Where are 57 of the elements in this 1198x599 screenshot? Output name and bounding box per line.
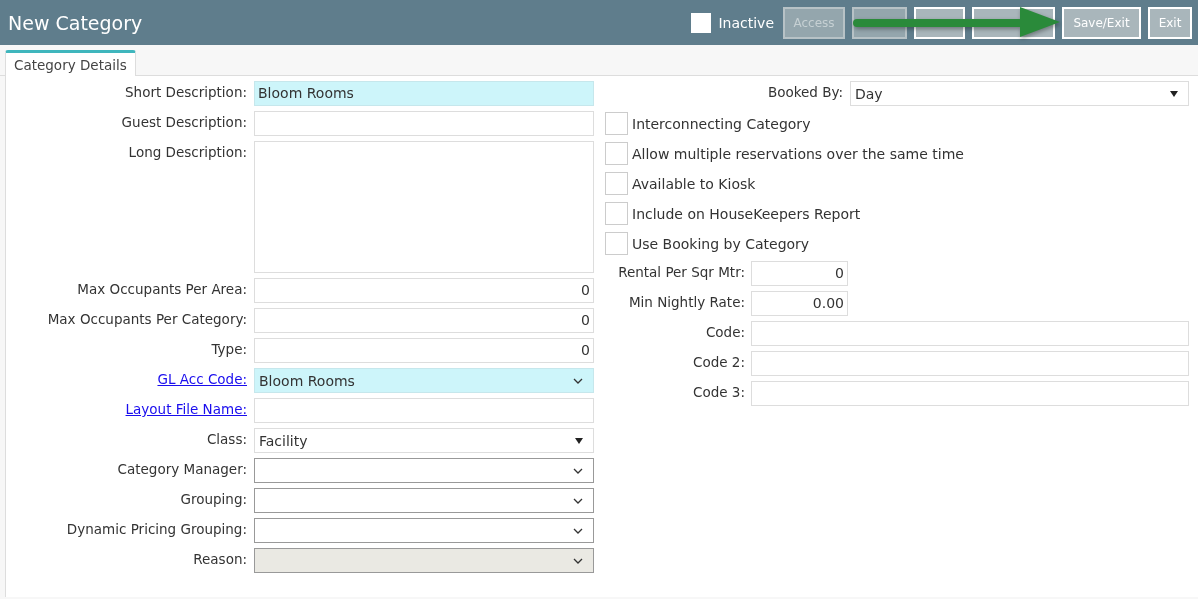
input-field[interactable] [254,398,594,423]
field-label: Code: [705,323,745,340]
field-label: Dynamic Pricing Grouping: [66,520,247,537]
inactive-label: Inactive [718,14,774,31]
input-field[interactable] [751,381,1189,406]
dropdown-field[interactable]: Facility [254,428,594,453]
checkbox-label: Allow multiple reservations over the same time [632,145,964,162]
chevron-down-icon [573,527,583,534]
input-field[interactable]: 0 [751,261,848,286]
dropdown-field[interactable]: Day [850,81,1189,106]
field-label: Booked By: [767,83,843,100]
checkbox[interactable] [605,172,628,195]
input-field[interactable]: 0 [254,338,594,363]
dropdown-field[interactable] [254,488,594,513]
chevron-down-icon [573,467,583,474]
text-area[interactable] [254,141,594,273]
checkbox[interactable] [605,232,628,255]
field-label: Min Nightly Rate: [628,293,745,310]
field-label: Long Description: [128,143,247,160]
input-field[interactable] [751,351,1189,376]
tab[interactable]: Category Details [5,50,136,76]
checkbox-label: Available to Kiosk [632,175,756,192]
field-label: Guest Description: [121,113,247,130]
field-label: Reason: [193,550,247,567]
input-field[interactable]: 0 [254,278,594,303]
field-label: Code 3: [693,383,745,400]
checkbox-label: Include on HouseKeepers Report [632,205,861,222]
field-label: Max Occupants Per Category: [47,310,247,327]
input-field[interactable] [751,321,1189,346]
field-label: Class: [206,430,247,447]
checkbox-label: Interconnecting Category [632,115,811,132]
field-label: Grouping: [180,490,247,507]
window-title: New Category [8,11,143,34]
field-label: Rental Per Sqr Mtr: [618,263,745,280]
checkbox[interactable] [605,142,628,165]
field-label: Code 2: [693,353,745,370]
dropdown-field[interactable] [254,458,594,483]
dropdown-field[interactable] [254,518,594,543]
checkbox[interactable] [605,202,628,225]
input-field[interactable]: 0 [254,308,594,333]
caret-down-icon [575,437,583,444]
input-field[interactable]: 0.00 [751,291,848,316]
input-field[interactable]: Bloom Rooms [254,81,594,106]
caret-down-icon [1170,90,1178,97]
field-link[interactable]: GL Acc Code: [157,368,247,387]
field-link[interactable]: Layout File Name: [125,398,247,417]
input-field[interactable] [254,111,594,136]
chevron-down-icon [573,497,583,504]
field-label: Max Occupants Per Area: [77,280,247,297]
field-label: Category Manager: [117,460,247,477]
chevron-down-icon [573,377,583,384]
checkbox-label: Use Booking by Category [632,235,810,252]
dropdown-field[interactable]: Bloom Rooms [254,368,594,393]
chevron-down-icon [573,557,583,564]
checkbox[interactable] [605,112,628,135]
field-label: Type: [211,340,247,357]
field-label: Short Description: [125,83,247,100]
